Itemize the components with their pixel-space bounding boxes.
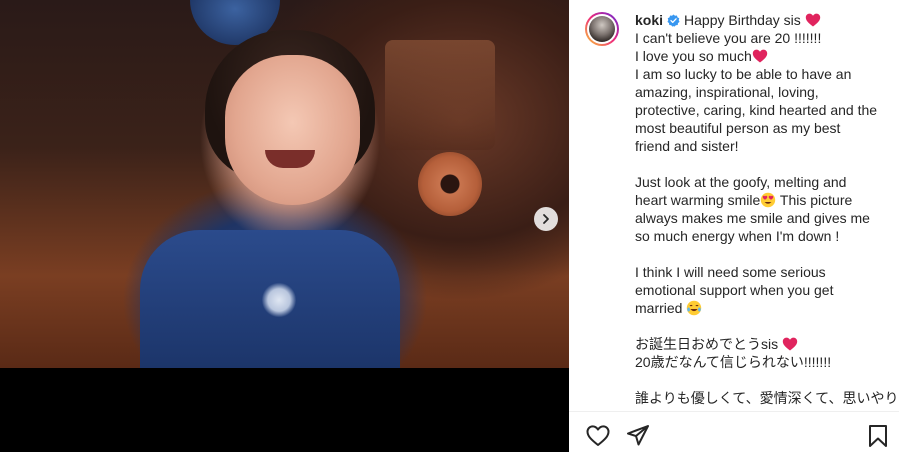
paper-plane-icon: [627, 425, 649, 446]
caption-line: koki Happy Birthday sis: [635, 11, 897, 29]
avatar[interactable]: [585, 12, 619, 46]
caption-line: I love you so much: [635, 47, 897, 65]
bookmark-icon: [869, 425, 887, 447]
caption-gap: [635, 317, 897, 335]
tears-of-joy-emoji-icon: [687, 300, 702, 316]
caption-line: married: [635, 299, 897, 317]
caption-text: I think I will need some serious: [635, 264, 826, 280]
like-button[interactable]: [585, 423, 611, 449]
caption-text: protective, caring, kind hearted and the: [635, 102, 878, 118]
caption-line: most beautiful person as my best: [635, 119, 897, 137]
caption-text: most beautiful person as my best: [635, 120, 841, 136]
caption-text: friend and sister!: [635, 138, 739, 154]
caption-text: amazing, inspirational, loving,: [635, 84, 819, 100]
caption-text: This picture: [776, 192, 853, 208]
caption-line: emotional support when you get: [635, 281, 897, 299]
red-heart-icon: [805, 13, 820, 27]
caption-line: so much energy when I'm down !: [635, 227, 897, 245]
post-photo: [0, 0, 569, 368]
post-caption: koki Happy Birthday sis I can't believe y…: [635, 11, 899, 407]
caption-text: emotional support when you get: [635, 282, 834, 298]
caption-text: heart warming smile: [635, 192, 761, 208]
caption-line: お誕生日おめでとうsis: [635, 335, 897, 353]
red-heart-icon: [782, 337, 798, 351]
save-button[interactable]: [865, 423, 891, 449]
heart-eyes-emoji-icon: [761, 192, 776, 208]
caption-line: friend and sister!: [635, 137, 897, 155]
caption-text: Happy Birthday sis: [684, 12, 801, 28]
next-photo-button[interactable]: [534, 207, 558, 231]
caption-line: I am so lucky to be able to have an: [635, 65, 897, 83]
caption-gap: [635, 245, 897, 263]
caption-text: I love you so much: [635, 48, 752, 64]
caption-scroll-area[interactable]: koki Happy Birthday sis I can't believe y…: [569, 0, 899, 411]
chevron-right-icon: [543, 214, 549, 224]
heart-outline-icon: [586, 425, 610, 446]
caption-line: protective, caring, kind hearted and the: [635, 101, 897, 119]
caption-text: Just look at the goofy, melting and: [635, 174, 847, 190]
caption-gap: [635, 371, 897, 389]
post-sidebar: koki Happy Birthday sis I can't believe y…: [569, 0, 899, 452]
caption-text: 20歳だなんて信じられない!!!!!!!: [635, 354, 832, 370]
caption-line: I think I will need some serious: [635, 263, 897, 281]
caption-text: so much energy when I'm down !: [635, 228, 840, 244]
caption-line: heart warming smile This picture: [635, 191, 897, 209]
action-bar: [569, 411, 899, 452]
caption-line: always makes me smile and gives me: [635, 209, 897, 227]
caption-line: 誰よりも優しくて、愛情深くて、思いやり: [635, 389, 899, 407]
share-button[interactable]: [625, 423, 651, 449]
caption-text: I am so lucky to be able to have an: [635, 66, 852, 82]
post-media: [0, 0, 569, 452]
username-link[interactable]: koki: [635, 12, 663, 28]
caption-line: 20歳だなんて信じられない!!!!!!!: [635, 353, 897, 371]
caption-line: Just look at the goofy, melting and: [635, 173, 897, 191]
verified-badge-icon: [667, 14, 680, 27]
caption-text: 誰よりも優しくて、愛情深くて、思いやり: [635, 390, 899, 406]
caption-text: always makes me smile and gives me: [635, 210, 870, 226]
red-heart-icon: [752, 49, 767, 63]
caption-text: married: [635, 300, 687, 316]
caption-text: I can't believe you are 20 !!!!!!!: [635, 30, 822, 46]
caption-line: I can't believe you are 20 !!!!!!!: [635, 29, 897, 47]
caption-line: amazing, inspirational, loving,: [635, 83, 897, 101]
caption-text: お誕生日おめでとうsis: [635, 336, 779, 352]
caption-gap: [635, 155, 897, 173]
